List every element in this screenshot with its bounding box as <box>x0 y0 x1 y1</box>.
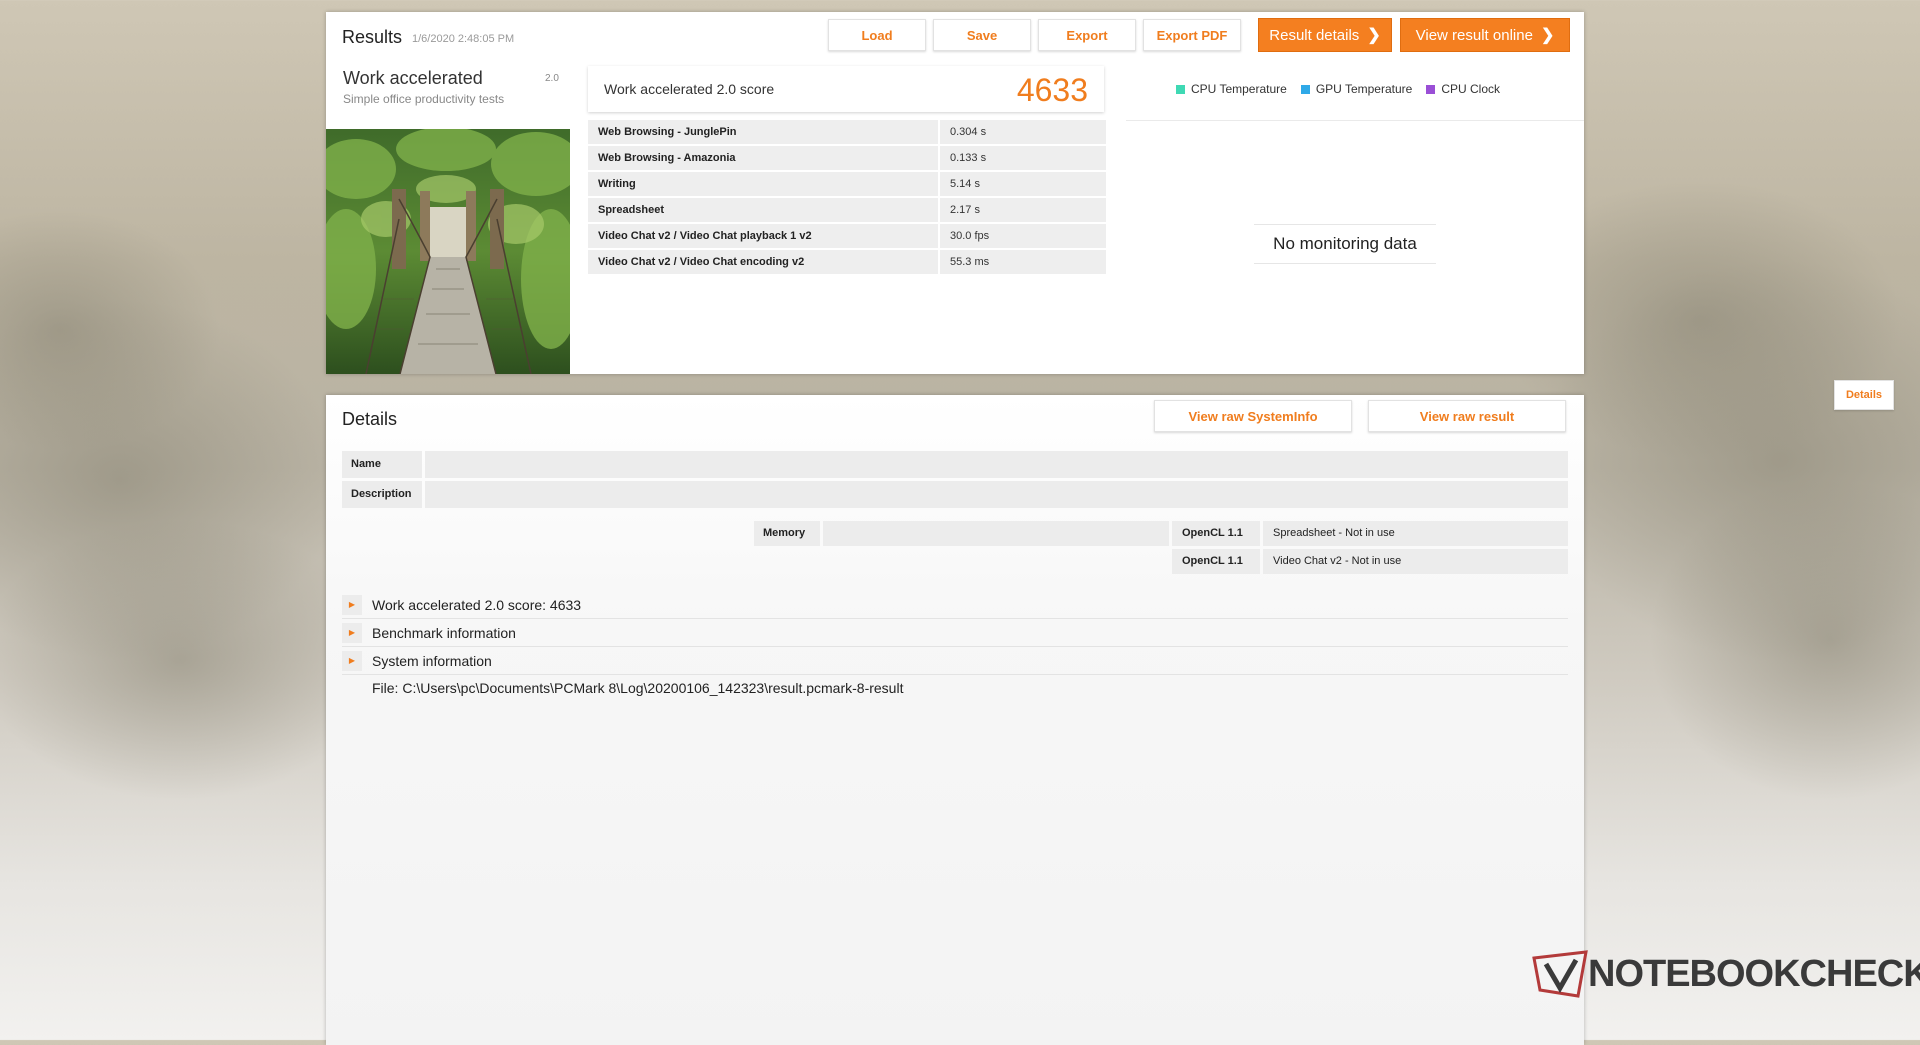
subscore-name: Web Browsing - Amazonia <box>588 146 938 170</box>
section-label: System information <box>372 652 492 669</box>
view-result-online-label: View result online <box>1415 26 1533 44</box>
subscore-value: 30.0 fps <box>940 224 1106 248</box>
rope-bridge-image <box>326 129 570 374</box>
legend-label: GPU Temperature <box>1315 82 1413 96</box>
chevron-right-icon: ❯ <box>1367 27 1381 44</box>
subscore-row: Web Browsing - Amazonia 0.133 s <box>588 146 1106 170</box>
subscore-row: Video Chat v2 / Video Chat playback 1 v2… <box>588 224 1106 248</box>
section-score[interactable]: ▶ Work accelerated 2.0 score: 4633 <box>342 591 1568 619</box>
opencl-label: OpenCL 1.1 <box>1172 521 1260 546</box>
legend-swatch <box>1176 84 1185 94</box>
subscore-name: Web Browsing - JunglePin <box>588 120 938 144</box>
load-button[interactable]: Load <box>828 19 926 51</box>
notebookcheck-watermark: NOTEBOOKCHECK <box>1532 950 1920 998</box>
memory-label: Memory <box>754 521 820 546</box>
test-version: 2.0 <box>545 73 559 84</box>
test-card: Work accelerated 2.0 Simple office produ… <box>326 62 570 374</box>
opencl-value: Video Chat v2 - Not in use <box>1263 549 1568 574</box>
details-title: Details <box>342 409 398 429</box>
monitoring-area: CPU Temperature GPU Temperature CPU Cloc… <box>1126 62 1894 410</box>
legend-cpu-clock[interactable]: CPU Clock <box>1426 82 1500 96</box>
monitoring-divider <box>1126 120 1584 121</box>
legend-gpu-temperature[interactable]: GPU Temperature <box>1300 82 1413 96</box>
legend-swatch <box>1300 84 1310 94</box>
name-field-row: Name <box>342 451 1568 478</box>
section-system-information[interactable]: ▶ System information <box>342 647 1568 675</box>
view-raw-systeminfo-button[interactable]: View raw SystemInfo <box>1154 400 1352 432</box>
no-monitoring-data: No monitoring data <box>1254 224 1436 264</box>
test-name: Work accelerated <box>343 68 483 88</box>
test-subtitle: Simple office productivity tests <box>343 92 505 106</box>
subscore-value: 55.3 ms <box>940 250 1106 274</box>
result-date: 1/6/2020 2:48:05 PM <box>412 33 515 45</box>
subscore-value: 0.133 s <box>940 146 1106 170</box>
subscore-name: Video Chat v2 / Video Chat playback 1 v2 <box>588 224 938 248</box>
subscore-name: Spreadsheet <box>588 198 938 222</box>
legend-label: CPU Temperature <box>1191 82 1287 96</box>
section-benchmark-information[interactable]: ▶ Benchmark information <box>342 619 1568 647</box>
watermark-text: NOTEBOOKCHECK <box>1588 952 1920 995</box>
subscore-row: Video Chat v2 / Video Chat encoding v2 5… <box>588 250 1106 274</box>
export-button[interactable]: Export <box>1038 19 1136 51</box>
opencl-value: Spreadsheet - Not in use <box>1263 521 1568 546</box>
result-details-button[interactable]: Result details ❯ <box>1258 18 1392 52</box>
section-label: Work accelerated 2.0 score: 4633 <box>372 596 582 613</box>
export-pdf-button[interactable]: Export PDF <box>1143 19 1241 51</box>
description-label: Description <box>342 481 422 508</box>
subscore-row: Spreadsheet 2.17 s <box>588 198 1106 222</box>
notebookcheck-logo-icon <box>1532 950 1588 998</box>
result-file-path: File: C:\Users\pc\Documents\PCMark 8\Log… <box>372 680 904 696</box>
expand-arrow-icon[interactable]: ▶ <box>342 622 362 643</box>
result-details-label: Result details <box>1269 26 1360 44</box>
score-value: 4633 <box>1016 72 1088 108</box>
score-box: Work accelerated 2.0 score 4633 <box>588 66 1104 112</box>
score-area: Work accelerated 2.0 score 4633 Web Brow… <box>584 62 1114 374</box>
opencl-label: OpenCL 1.1 <box>1172 549 1260 574</box>
subscore-value: 0.304 s <box>940 120 1106 144</box>
details-panel: Details View raw SystemInfo View raw res… <box>326 395 1584 1045</box>
chevron-right-icon: ❯ <box>1540 27 1555 44</box>
expand-arrow-icon[interactable]: ▶ <box>342 650 362 671</box>
name-value[interactable] <box>425 451 1568 478</box>
section-label: Benchmark information <box>372 624 516 641</box>
view-result-online-button[interactable]: View result online ❯ <box>1400 18 1570 52</box>
subscore-value: 2.17 s <box>940 198 1106 222</box>
subscore-value: 5.14 s <box>940 172 1106 196</box>
monitoring-details-button[interactable]: Details <box>1834 380 1894 410</box>
view-raw-result-button[interactable]: View raw result <box>1368 400 1566 432</box>
save-button[interactable]: Save <box>933 19 1031 51</box>
score-label: Work accelerated 2.0 score <box>604 81 775 97</box>
monitoring-legend: CPU Temperature GPU Temperature CPU Cloc… <box>1176 82 1500 96</box>
subscore-row: Web Browsing - JunglePin 0.304 s <box>588 120 1106 144</box>
results-title: Results <box>342 27 403 47</box>
expand-arrow-icon[interactable]: ▶ <box>342 594 362 615</box>
subscore-name: Writing <box>588 172 938 196</box>
subscore-name: Video Chat v2 / Video Chat encoding v2 <box>588 250 938 274</box>
subscore-row: Writing 5.14 s <box>588 172 1106 196</box>
legend-cpu-temperature[interactable]: CPU Temperature <box>1176 82 1287 96</box>
legend-label: CPU Clock <box>1441 82 1501 96</box>
memory-value <box>823 521 1169 546</box>
name-label: Name <box>342 451 422 478</box>
legend-swatch <box>1426 84 1436 94</box>
description-value[interactable] <box>425 481 1568 508</box>
description-field-row: Description <box>342 481 1568 508</box>
results-panel: Results 1/6/2020 2:48:05 PM Load Save Ex… <box>326 12 1894 410</box>
subscore-table: Web Browsing - JunglePin 0.304 s Web Bro… <box>588 120 1106 276</box>
